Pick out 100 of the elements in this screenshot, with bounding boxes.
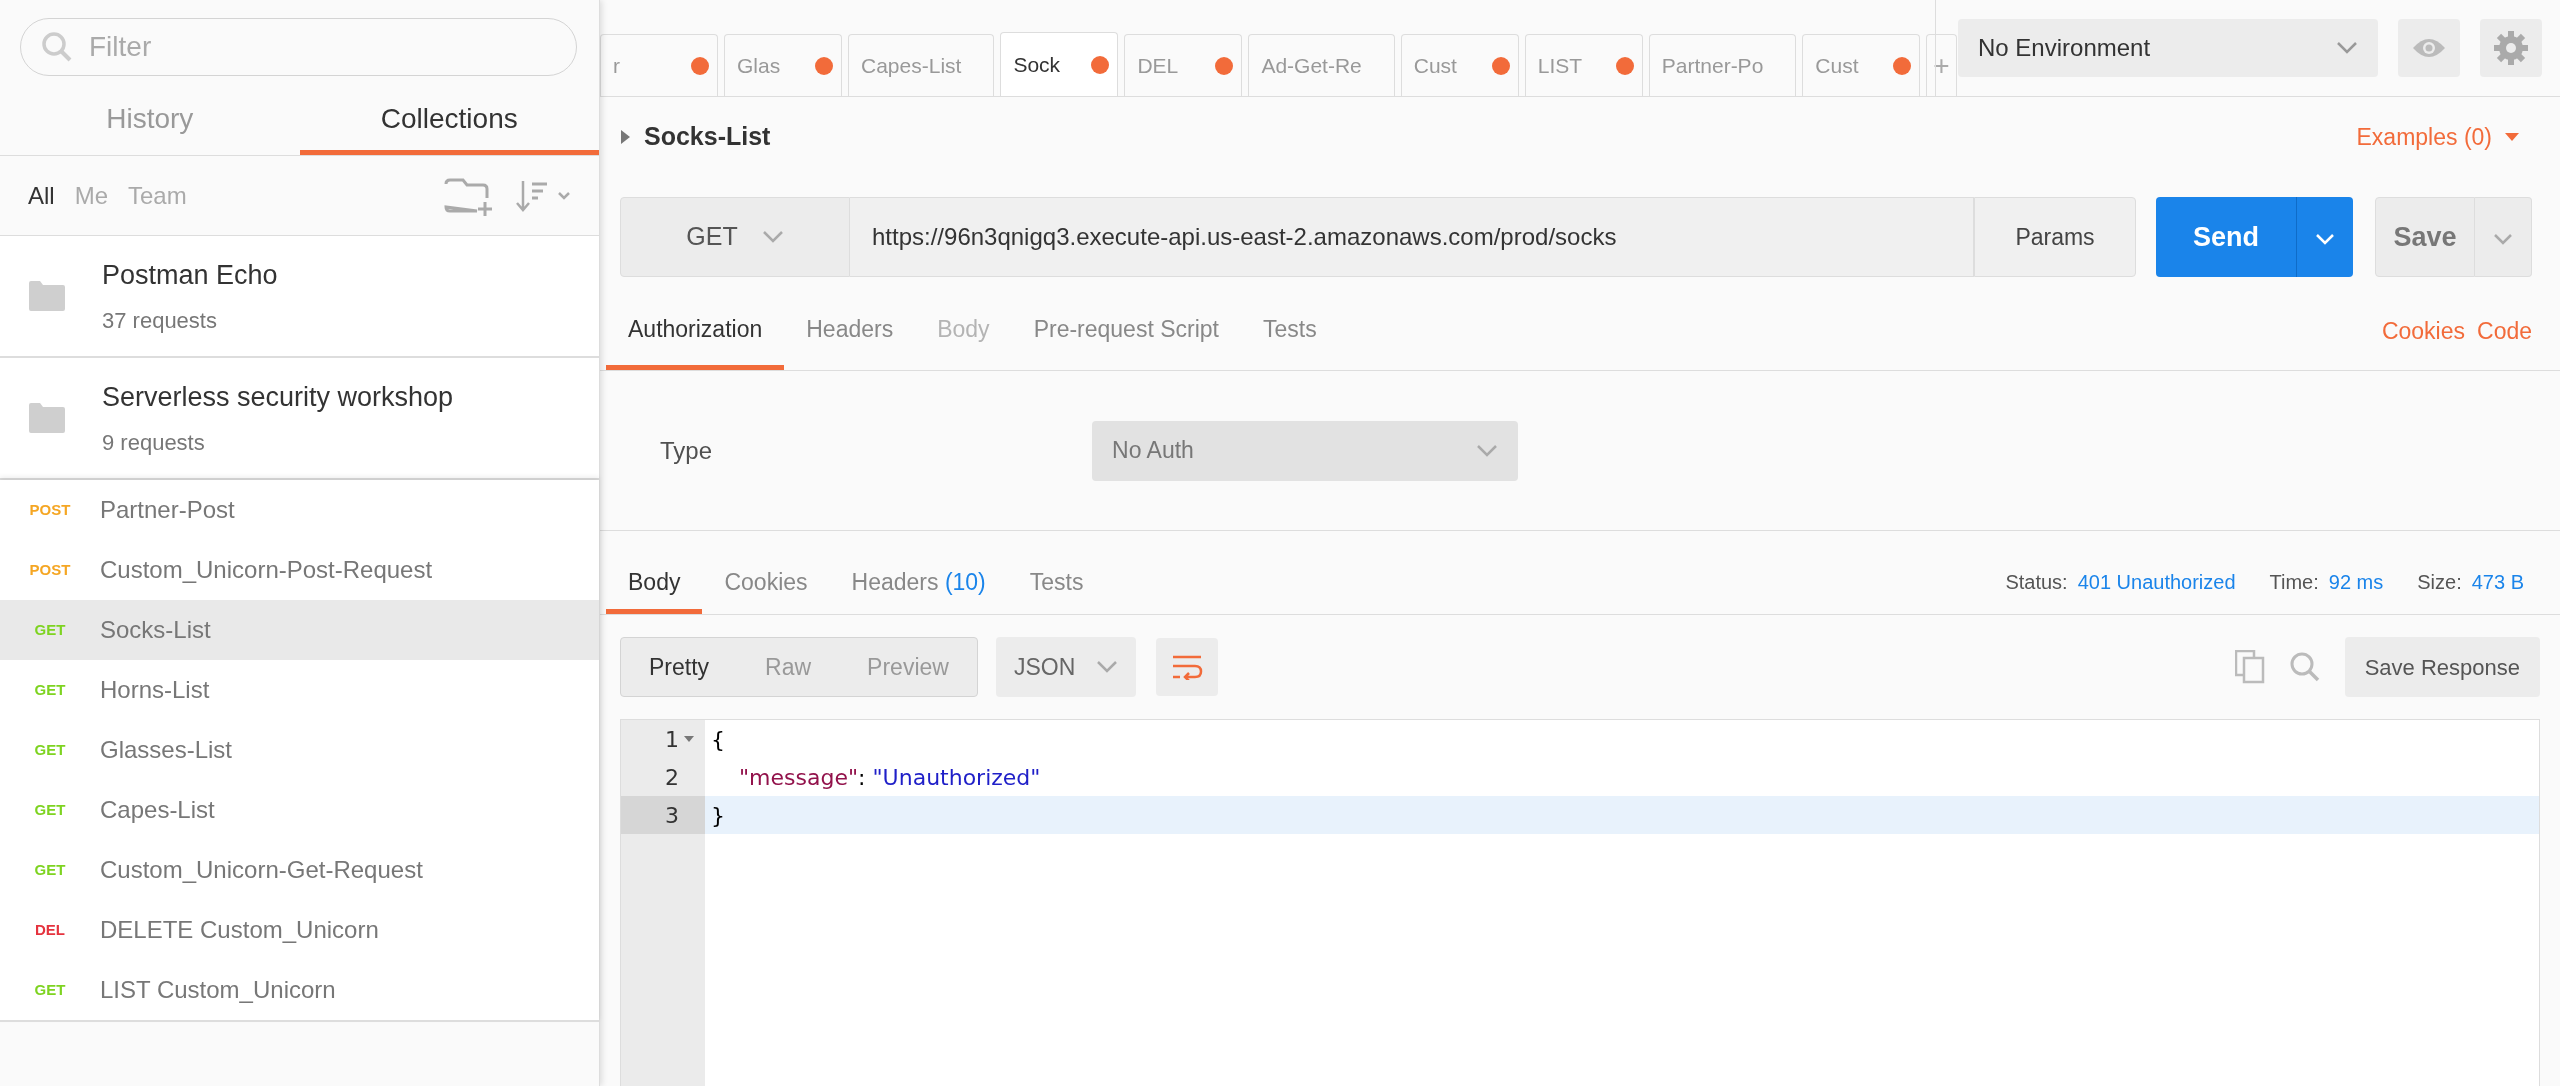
- request-tab[interactable]: Partner-Po: [1648, 34, 1797, 96]
- filter-tab[interactable]: Team: [128, 177, 187, 214]
- settings-button[interactable]: [2480, 19, 2542, 77]
- unsaved-dot: [815, 56, 833, 75]
- method-label: DEL: [34, 919, 66, 940]
- response-tab[interactable]: Cookies: [702, 549, 830, 614]
- request-tab[interactable]: Glas: [724, 34, 842, 96]
- view-tab[interactable]: Preview: [839, 638, 977, 696]
- unsaved-dot: [1615, 56, 1634, 75]
- eye-button[interactable]: [2398, 19, 2460, 77]
- chevron-down-icon[interactable]: [2336, 41, 2358, 55]
- wrap-button[interactable]: [1155, 638, 1218, 696]
- request-tab[interactable]: Headers: [784, 287, 916, 370]
- format-dropdown[interactable]: JSON: [995, 637, 1136, 697]
- request-tab[interactable]: Capes-List: [848, 34, 995, 96]
- request-item[interactable]: GET Capes-List: [0, 780, 599, 840]
- response-tab[interactable]: Tests: [1007, 549, 1106, 614]
- save-button[interactable]: Save: [2375, 197, 2475, 277]
- new-tab-button[interactable]: +: [1926, 34, 1957, 96]
- chevron-down-icon[interactable]: [761, 230, 784, 244]
- search-field[interactable]: Filter: [20, 18, 577, 76]
- request-name: Horns-List: [100, 675, 210, 705]
- request-name: DELETE Custom_Unicorn: [100, 915, 379, 945]
- request-item[interactable]: GET Custom_Unicorn-Get-Request: [0, 840, 599, 900]
- request-item[interactable]: GET LIST Custom_Unicorn: [0, 960, 599, 1020]
- url-field[interactable]: https://96n3qnigq3.execute-api.us-east-2.amazonaws.com/prod/socks: [850, 197, 1974, 277]
- stat-value: 401 Unauthorized: [2077, 569, 2236, 595]
- request-tab[interactable]: Authorization: [606, 287, 785, 370]
- request-item[interactable]: GET Socks-List: [0, 600, 599, 660]
- fold-icon[interactable]: [683, 734, 695, 744]
- link[interactable]: Code: [2465, 287, 2532, 370]
- request-tab[interactable]: Ad-Get-Re: [1248, 34, 1395, 96]
- sort-icon[interactable]: [515, 178, 549, 213]
- auth-type-dropdown[interactable]: No Auth: [1092, 420, 1519, 481]
- request-tab[interactable]: Cust: [1802, 34, 1921, 96]
- eye-icon: [2411, 36, 2447, 60]
- method-label: GET: [33, 799, 67, 820]
- chevron-down-icon[interactable]: [1095, 660, 1118, 674]
- request-tab[interactable]: Pre-request Script: [1011, 287, 1241, 370]
- folder-icon: [28, 402, 66, 434]
- stat-value: 473 B: [2471, 569, 2524, 595]
- search-input[interactable]: Filter: [87, 25, 556, 69]
- field-label: Type: [660, 435, 713, 466]
- unsaved-dot: [1893, 56, 1912, 75]
- line-number: 2: [665, 763, 679, 792]
- request-title: Socks-List: [644, 121, 771, 153]
- request-tab[interactable]: Tests: [1241, 287, 1339, 370]
- send-options-button[interactable]: [2296, 197, 2353, 277]
- caret-icon: [2504, 132, 2520, 142]
- request-name: Custom_Unicorn-Post-Request: [100, 555, 433, 585]
- response-tab[interactable]: Headers (10): [829, 549, 1008, 614]
- expand-icon[interactable]: [620, 129, 632, 145]
- request-name: Socks-List: [100, 615, 211, 645]
- collection-item[interactable]: Serverless security workshop 9 requests: [0, 358, 599, 480]
- collection-name: Postman Echo: [102, 259, 278, 293]
- link[interactable]: Cookies: [2369, 287, 2465, 370]
- request-item[interactable]: DEL DELETE Custom_Unicorn: [0, 900, 599, 960]
- method-label: GET: [33, 679, 67, 700]
- request-count: 9 requests: [102, 428, 206, 457]
- caret-icon[interactable]: [557, 190, 571, 201]
- collection-name: Serverless security workshop: [102, 381, 454, 415]
- code-token: "Unauthorized": [872, 763, 1041, 792]
- chevron-down-icon: [2315, 232, 2335, 245]
- chevron-down-icon: [2493, 232, 2513, 245]
- request-tab[interactable]: DEL: [1124, 34, 1243, 96]
- code-token: :: [858, 763, 867, 792]
- copy-icon[interactable]: [2234, 650, 2265, 684]
- request-name: Capes-List: [100, 795, 215, 825]
- method-label: POST: [28, 559, 72, 580]
- examples-dropdown[interactable]: Examples (0): [2350, 118, 2532, 156]
- request-tab[interactable]: r: [600, 34, 718, 96]
- settings-icon: [2493, 30, 2529, 66]
- filter-tab[interactable]: Me: [74, 177, 108, 214]
- params-button[interactable]: Params: [1974, 197, 2136, 277]
- send-button[interactable]: Send: [2156, 197, 2296, 277]
- request-item[interactable]: POST Custom_Unicorn-Post-Request: [0, 540, 599, 600]
- method-label: GET: [33, 739, 67, 760]
- search-icon[interactable]: [2288, 651, 2321, 683]
- collection-item[interactable]: Postman Echo 37 requests: [0, 236, 599, 358]
- search-icon: [41, 31, 73, 63]
- sidebar-tab[interactable]: History: [0, 76, 300, 155]
- view-tab[interactable]: Raw: [737, 638, 840, 696]
- chevron-down-icon[interactable]: [1476, 443, 1499, 458]
- request-tab[interactable]: LIST: [1524, 34, 1643, 96]
- request-tab[interactable]: Sock: [1000, 32, 1119, 96]
- environment-dropdown[interactable]: No Environment: [1958, 19, 2378, 77]
- request-item[interactable]: GET Glasses-List: [0, 720, 599, 780]
- method-dropdown[interactable]: GET: [620, 197, 850, 277]
- save-response-button[interactable]: Save Response: [2344, 637, 2540, 697]
- method-label: GET: [33, 859, 67, 880]
- request-item[interactable]: POST Partner-Post: [0, 480, 599, 540]
- code-token: }: [711, 801, 725, 830]
- response-tab[interactable]: Body: [606, 549, 703, 614]
- view-tab[interactable]: Pretty: [621, 638, 738, 696]
- filter-tab[interactable]: All: [28, 177, 55, 214]
- request-tab[interactable]: Cust: [1400, 34, 1519, 96]
- wrap-icon: [1170, 654, 1203, 680]
- sidebar-tab[interactable]: Collections: [299, 76, 599, 155]
- request-item[interactable]: GET Horns-List: [0, 660, 599, 720]
- save-options-button[interactable]: [2475, 197, 2532, 277]
